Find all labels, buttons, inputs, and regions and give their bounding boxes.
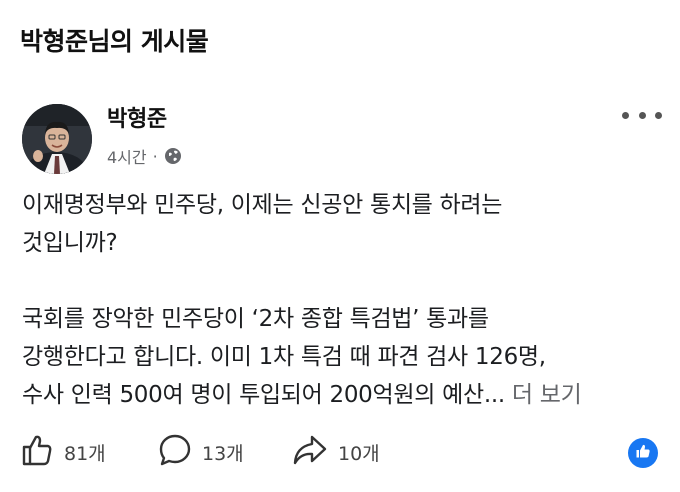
like-reaction-badge[interactable] (628, 438, 658, 468)
avatar[interactable] (22, 104, 92, 174)
dot-icon (655, 111, 662, 119)
more-options-button[interactable] (622, 104, 662, 126)
body-line: 국회를 장악한 민주당이 ‘2차 종합 특검법’ 통과를 (22, 306, 489, 332)
page-title: 박형준님의 게시물 (20, 27, 209, 56)
like-button[interactable]: 81개 (20, 433, 106, 472)
dot-icon (638, 111, 646, 119)
post-time[interactable]: 4시간 (107, 144, 147, 168)
share-button[interactable]: 10개 (292, 433, 380, 472)
body-line-last: 수사 인력 500여 명이 투입되어 200억원의 예산... 더 보기 (22, 376, 662, 414)
share-icon (292, 433, 328, 472)
thumbs-up-icon (635, 443, 651, 463)
post-body: 이재명정부와 민주당, 이제는 신공안 통치를 하려는 것입니까? 국회를 장악… (22, 186, 662, 414)
globe-icon (164, 147, 182, 165)
see-more-link[interactable]: 더 보기 (512, 382, 582, 408)
post-meta: 4시간 · (107, 144, 182, 168)
body-line-text: 수사 인력 500여 명이 투입되어 200억원의 예산... (22, 382, 505, 408)
share-count: 10개 (338, 443, 380, 465)
body-line: 이재명정부와 민주당, 이제는 신공안 통치를 하려는 (22, 192, 503, 218)
comment-button[interactable]: 13개 (158, 433, 244, 472)
body-line: 것입니까? (22, 230, 118, 256)
thumbs-up-icon (20, 433, 54, 472)
meta-separator: · (152, 146, 158, 166)
body-line: 강행한다고 합니다. 이미 1차 특검 때 파견 검사 126명, (22, 344, 546, 370)
avatar-photo (22, 104, 92, 174)
comment-icon (158, 433, 192, 472)
like-count: 81개 (64, 443, 106, 465)
comment-count: 13개 (202, 443, 244, 465)
author-name[interactable]: 박형준 (107, 101, 167, 133)
post-actions: 81개 13개 10개 (20, 433, 660, 473)
dot-icon (622, 111, 629, 119)
